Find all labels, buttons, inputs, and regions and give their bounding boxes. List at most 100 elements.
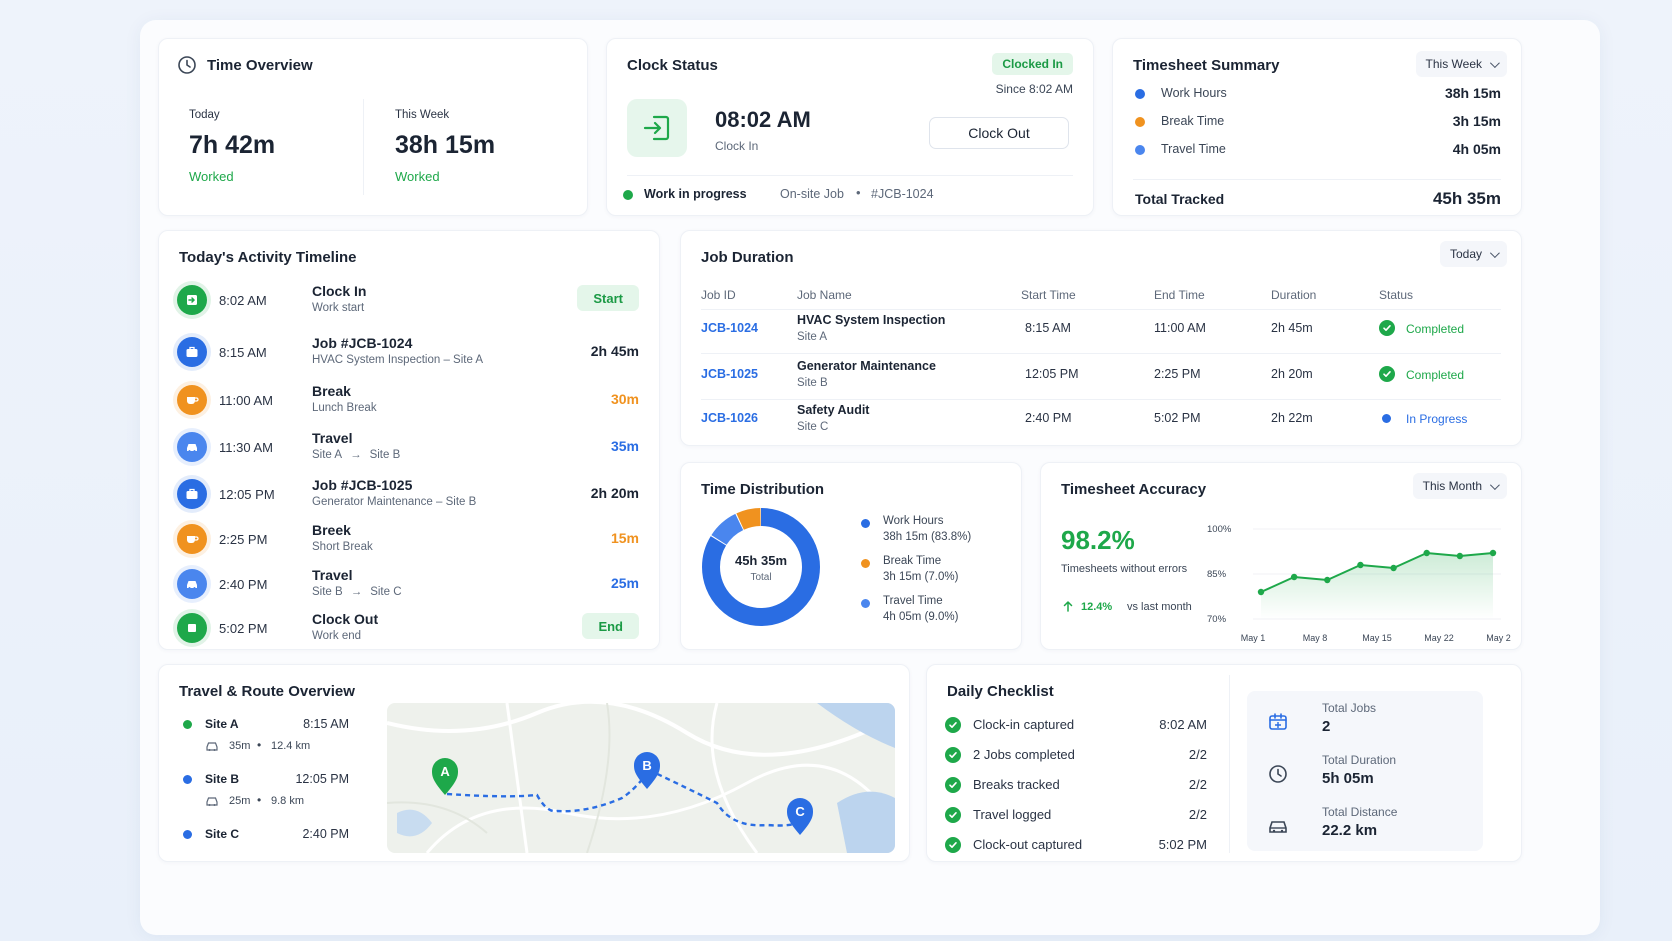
checklist-item[interactable]: Travel logged 2/2 — [945, 805, 1207, 827]
clock-in-tile — [627, 99, 687, 157]
timeline-item[interactable]: 8:02 AM Clock In Work start Start — [177, 281, 639, 325]
clocked-in-badge: Clocked In — [992, 53, 1073, 75]
column-header: Start Time — [1021, 288, 1076, 302]
summary-item-value: 38h 15m — [1444, 85, 1501, 101]
accuracy-area — [1261, 553, 1493, 619]
timeline-item[interactable]: 5:02 PM Clock Out Work end End — [177, 609, 639, 653]
accuracy-point — [1290, 573, 1298, 581]
checklist-item[interactable]: Clock-in captured 8:02 AM — [945, 715, 1207, 737]
check-circle-icon — [1379, 320, 1395, 336]
time-distribution-card: Time Distribution 45h 35m Total Work Hou… — [680, 462, 1022, 650]
legend-dot — [861, 599, 870, 608]
check-circle-icon — [1379, 366, 1395, 382]
week-label: This Week — [395, 109, 450, 121]
job-id-link[interactable]: JCB-1026 — [701, 411, 758, 425]
total-tracked-value: 45h 35m — [1432, 189, 1501, 208]
today-value: 7h 42m — [189, 131, 276, 159]
divider — [627, 175, 1073, 176]
timeline-item[interactable]: 2:25 PM Breek Short Break 15m — [177, 520, 639, 564]
job-id-link[interactable]: JCB-1025 — [701, 367, 758, 381]
range-label: Today — [1449, 247, 1482, 261]
column-header: Job Name — [797, 288, 852, 302]
range-label: This Month — [1422, 479, 1482, 493]
check-circle-icon — [945, 807, 961, 823]
job-name: Safety Audit — [797, 403, 870, 417]
divider — [701, 399, 1501, 400]
timeline-item[interactable]: 11:00 AM Break Lunch Break 30m — [177, 381, 639, 425]
timeline-item[interactable]: 8:15 AM Job #JCB-1024 HVAC System Inspecti… — [177, 333, 639, 377]
legend-dot — [1135, 89, 1145, 99]
timeline-time: 8:15 AM — [219, 345, 267, 360]
timeline-pill: End — [582, 613, 639, 639]
status-badge: Completed — [1406, 322, 1465, 336]
job-end: 11:00 AM — [1154, 321, 1206, 335]
job-site: Site C — [797, 421, 829, 433]
timeline-title: Travel — [312, 567, 353, 583]
stop-name: Site A — [205, 717, 239, 731]
job-range-dropdown[interactable]: Today — [1439, 241, 1507, 267]
timeline-duration: 25m — [610, 575, 639, 591]
stop-icon — [177, 613, 207, 643]
accuracy-title: Timesheet Accuracy — [1061, 481, 1207, 498]
legend-dot — [861, 519, 870, 528]
route-to: Site C — [370, 586, 402, 598]
checklist-label: Travel logged — [973, 807, 1052, 822]
stop-name: Site B — [205, 772, 240, 786]
y-tick-label: 85% — [1207, 569, 1227, 580]
summary-range-dropdown[interactable]: This Week — [1415, 51, 1507, 77]
leg-time: 25m — [229, 795, 251, 807]
marker-label: C — [795, 804, 805, 819]
job-duration-title: Job Duration — [701, 249, 794, 266]
checklist-value: 2/2 — [1188, 747, 1207, 762]
map-canvas: A B C — [387, 703, 895, 853]
route-map[interactable]: A B C — [387, 703, 895, 853]
checklist-item[interactable]: Breaks tracked 2/2 — [945, 775, 1207, 797]
accuracy-range-dropdown[interactable]: This Month — [1412, 473, 1507, 499]
activity-timeline-card: Today's Activity Timeline 8:02 AM Clock I… — [158, 230, 660, 650]
clock-out-button[interactable]: Clock Out — [929, 117, 1069, 149]
stat-value: 5h 05m — [1322, 770, 1374, 787]
legend-label: Travel Time — [883, 595, 943, 607]
job-id-link[interactable]: JCB-1024 — [701, 321, 758, 335]
since-text: Since 8:02 AM — [995, 82, 1073, 96]
legend-dot — [1135, 145, 1145, 155]
timeline-item[interactable]: 12:05 PM Job #JCB-1025 Generator Maintenan… — [177, 475, 639, 519]
accuracy-delta-caption: vs last month — [1127, 601, 1192, 613]
marker-label: A — [440, 764, 450, 779]
y-tick-label: 70% — [1207, 614, 1227, 625]
route-from: Site B — [312, 586, 343, 598]
legend-label: Break Time — [883, 555, 942, 567]
timeline-title: Breek — [312, 522, 351, 538]
divider — [1133, 179, 1501, 180]
timeline-duration: 15m — [610, 530, 639, 546]
checklist-item[interactable]: Clock-out captured 5:02 PM — [945, 835, 1207, 857]
timeline-item[interactable]: 2:40 PM Travel Site B → Site C 25m — [177, 565, 639, 609]
chevron-down-icon — [1489, 57, 1500, 68]
checklist-label: 2 Jobs completed — [973, 747, 1075, 762]
checklist-value: 5:02 PM — [1158, 837, 1207, 852]
job-duration: 2h 22m — [1271, 411, 1313, 425]
accuracy-line-chart: 100% 85% 70% May 1 May 8 May 15 May 22 May 29 — [1207, 524, 1511, 643]
car-icon — [177, 432, 207, 462]
column-header: Status — [1379, 288, 1414, 302]
status-dot — [1382, 414, 1391, 423]
summary-item-value: 4h 05m — [1452, 141, 1501, 157]
car-icon — [1267, 815, 1289, 837]
job-duration-card: Job Duration Today Job ID Job Name Start T… — [680, 230, 1522, 446]
timeline-duration: 2h 20m — [590, 485, 639, 501]
week-sub: Worked — [395, 169, 440, 184]
timeline-item[interactable]: 11:30 AM Travel Site A → Site B 35m — [177, 428, 639, 472]
stat-label: Total Distance — [1322, 805, 1398, 819]
arrow-up-icon — [1063, 601, 1073, 612]
clock-status-title: Clock Status — [627, 57, 718, 74]
dashboard-shell: Time Overview Today 7h 42m Worked This W… — [140, 20, 1600, 935]
job-id: #JCB-1024 — [871, 187, 934, 201]
checklist-item[interactable]: 2 Jobs completed 2/2 — [945, 745, 1207, 767]
x-tick-label: May 29 — [1486, 633, 1511, 643]
separator: • — [856, 185, 861, 200]
briefcase-icon — [177, 337, 207, 367]
timeline-pill: Start — [577, 285, 639, 311]
accuracy-point — [1423, 549, 1430, 557]
chevron-down-icon — [1489, 247, 1500, 258]
marker-label: B — [642, 758, 651, 773]
